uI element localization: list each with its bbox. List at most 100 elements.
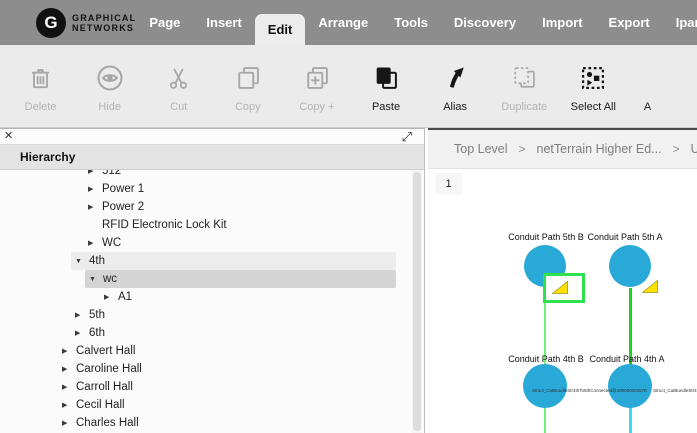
chevron-down-icon[interactable]: ▼ [75,258,88,265]
node-label-conduit-path-5th-b: Conduit Path 5th B [508,232,584,242]
menu-item-page[interactable]: Page [136,0,193,45]
graphical-networks-logo-icon: G [36,8,66,38]
expand-panel-icon[interactable]: ⤢ [402,130,412,143]
chevron-down-icon[interactable]: ▼ [89,276,102,283]
chevron-right-icon[interactable]: ▶ [62,401,75,409]
chevron-right-icon[interactable]: ▶ [88,185,101,193]
chevron-right-icon[interactable]: ▶ [75,311,88,319]
brand-line1: GRAPHICAL [72,13,136,23]
tree-item-4th[interactable]: ▼4th [0,252,424,270]
menu-item-export[interactable]: Export [596,0,663,45]
cut-label: Cut [170,101,187,113]
tree-item-calvert-hall[interactable]: ▶Calvert Hall [0,342,424,360]
tree-item-power-1[interactable]: ▶Power 1 [0,180,424,198]
select-all-button[interactable]: Select All [559,45,628,127]
tree-item-512[interactable]: ▶512 [0,170,424,180]
edit-toolbar: Delete Hide Cut Copy [0,45,697,128]
tree-item-label: Power 1 [101,183,144,195]
duplicate-button[interactable]: Duplicate [490,45,559,127]
tree-item-label: wc [102,273,117,285]
menu-item-ipam[interactable]: Ipam [663,0,697,45]
duplicate-icon [510,57,538,99]
tree-item-wc-selected[interactable]: ▼wc [0,270,424,288]
copy-plus-button[interactable]: Copy + [282,45,351,127]
select-all-label: Select All [571,101,616,113]
tree-item-label: 6th [88,327,105,339]
menu-item-import[interactable]: Import [529,0,595,45]
tree-item-label: Carroll Hall [75,381,133,393]
paste-label: Paste [372,101,400,113]
tree-item-label: Calvert Hall [75,345,135,357]
copy-button[interactable]: Copy [213,45,282,127]
chevron-right-icon[interactable]: ▶ [62,419,75,427]
page-number-tab[interactable]: 1 [435,173,462,194]
app-logo: G GRAPHICAL NETWORKS [36,0,136,45]
clipped-toolbar-label: A [628,101,651,113]
menu-item-insert[interactable]: Insert [193,0,254,45]
breadcrumb: Top Level > netTerrain Higher Ed... > Un [428,130,697,169]
hierarchy-panel: ✕ ⤢ Hierarchy ▶512 ▶Power 1 ▶Power 2 ▶RF… [0,128,425,433]
chevron-separator-icon: > [673,142,680,156]
breadcrumb-netterrain-higher-ed[interactable]: netTerrain Higher Ed... [537,142,662,156]
cut-button[interactable]: Cut [144,45,213,127]
chevron-right-icon[interactable]: ▶ [62,347,75,355]
chevron-right-icon[interactable]: ▶ [104,293,117,301]
tree-item-cecil-hall[interactable]: ▶Cecil Hall [0,396,424,414]
tree-item-label: Power 2 [101,201,144,213]
chevron-right-icon[interactable]: ▶ [75,329,88,337]
tree-item-5th[interactable]: ▶5th [0,306,424,324]
link-conduit-4thA-down[interactable] [629,408,632,433]
menu-item-edit[interactable]: Edit [255,14,306,45]
node-conduit-path-4th-b[interactable] [523,364,567,408]
clipped-toolbar-button[interactable]: A [628,45,697,127]
tree-item-label: Cecil Hall [75,399,125,411]
select-all-icon [579,57,607,99]
chevron-separator-icon: > [519,142,526,156]
tree-item-caroline-hall[interactable]: ▶Caroline Hall [0,360,424,378]
diagram-panel: Top Level > netTerrain Higher Ed... > Un… [428,128,697,433]
menu-item-discovery[interactable]: Discovery [441,0,529,45]
tree-item-label: 4th [88,255,105,267]
warning-triangle-icon [642,280,658,293]
chevron-right-icon[interactable]: ▶ [62,365,75,373]
diagram-canvas[interactable]: 1 Conduit Path 5th B Conduit Path 5th A … [428,169,697,433]
paste-button[interactable]: Paste [351,45,420,127]
node-label-conduit-path-4th-b: Conduit Path 4th B [508,354,584,364]
hierarchy-title: Hierarchy [0,150,75,164]
top-menu-bar: G GRAPHICAL NETWORKS Page Insert Edit Ar… [0,0,697,45]
tree-item-6th[interactable]: ▶6th [0,324,424,342]
breadcrumb-clipped[interactable]: Un [691,142,697,156]
delete-button[interactable]: Delete [6,45,75,127]
chevron-right-icon[interactable]: ▶ [88,203,101,211]
node-conduit-path-4th-a[interactable] [608,364,652,408]
menu-item-tools[interactable]: Tools [381,0,441,45]
close-icon[interactable]: ✕ [4,131,13,142]
scissors-icon [165,57,192,99]
tree-item-a1[interactable]: ▶A1 [0,288,424,306]
alias-label: Alias [443,101,467,113]
alias-button[interactable]: Alias [421,45,490,127]
hierarchy-tree: ▶512 ▶Power 1 ▶Power 2 ▶RFID Electronic … [0,170,424,433]
link-id-labels: Struct_CatBundleStr4thTo5thConnected@400… [532,388,697,393]
tree-item-charles-hall[interactable]: ▶Charles Hall [0,414,424,432]
link-id-label: Struct_CatBundleStr4thTo5thConnected@400… [532,388,647,393]
tree-item-rfid-electronic-lock-kit[interactable]: ▶RFID Electronic Lock Kit [0,216,424,234]
tree-item-wc-upper[interactable]: ▶WC [0,234,424,252]
chevron-right-icon[interactable]: ▶ [62,383,75,391]
hierarchy-panel-titlebar: ✕ ⤢ [0,129,424,145]
tree-item-carroll-hall[interactable]: ▶Carroll Hall [0,378,424,396]
breadcrumb-top-level[interactable]: Top Level [454,142,508,156]
tree-scrollbar-thumb[interactable] [413,172,421,431]
menu-item-arrange[interactable]: Arrange [305,0,381,45]
copy-icon [234,57,262,99]
tree-item-label: A1 [117,291,132,303]
warning-triangle-icon [552,281,568,294]
tree-item-power-2[interactable]: ▶Power 2 [0,198,424,216]
copy-plus-label: Copy + [299,101,334,113]
tree-scrollbar[interactable] [412,170,422,433]
hide-button[interactable]: Hide [75,45,144,127]
alias-arrow-icon [441,57,469,99]
chevron-right-icon[interactable]: ▶ [88,239,101,247]
chevron-right-icon[interactable]: ▶ [88,170,101,175]
copy-label: Copy [235,101,261,113]
